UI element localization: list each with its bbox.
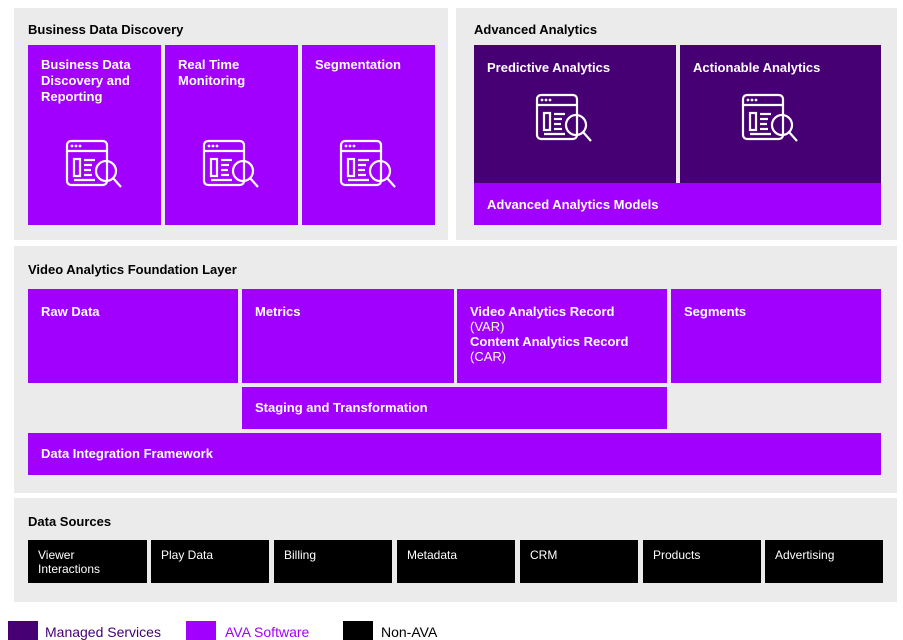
video-analytics-foundation-title: Video Analytics Foundation Layer [28,262,237,277]
var-title: Video Analytics Record [470,304,615,319]
box-label: Segmentation [315,57,401,72]
source-label: Metadata [407,548,458,562]
analytics-records-box: Video Analytics Record (VAR) Content Ana… [457,289,667,383]
advanced-analytics-panel: Advanced Analytics Predictive Analytics … [456,8,897,240]
source-label-line1: Viewer [38,548,75,562]
box-label: Staging and Transformation [255,400,428,415]
real-time-monitoring-box: Real Time Monitoring [165,45,298,225]
legend-label-ava-software: AVA Software [225,624,310,640]
report-search-icon [202,139,262,193]
source-advertising: Advertising [765,540,883,583]
legend-label-non-ava: Non-AVA [381,624,438,640]
segmentation-box: Segmentation [302,45,435,225]
raw-data-box: Raw Data [28,289,238,383]
source-play-data: Play Data [151,540,269,583]
source-viewer-interactions: Viewer Interactions [28,540,147,583]
staging-transformation-box: Staging and Transformation [242,387,667,429]
report-search-icon [741,93,801,147]
business-data-discovery-panel: Business Data Discovery Business Data Di… [14,8,448,240]
source-products: Products [643,540,761,583]
box-label: Data Integration Framework [41,446,213,461]
legend-label-managed-services: Managed Services [45,624,161,640]
box-label: Metrics [255,304,301,319]
metrics-box: Metrics [242,289,454,383]
predictive-analytics-box: Predictive Analytics [474,45,676,186]
report-search-icon [339,139,399,193]
source-metadata: Metadata [397,540,515,583]
box-label: Video Analytics Record (VAR) Content Ana… [470,304,657,364]
legend-swatch-ava-software [186,621,216,640]
source-label: CRM [530,548,558,562]
advanced-analytics-models-box: Advanced Analytics Models [474,183,881,225]
source-label: Products [653,548,701,562]
source-label: Play Data [161,548,214,562]
source-label: Viewer Interactions [38,548,100,576]
box-label: Business Data Discovery and Reporting [41,57,131,104]
var-subtitle: (VAR) [470,319,505,334]
box-label: Raw Data [41,304,100,319]
box-label: Real Time Monitoring [178,57,246,88]
box-label: Advanced Analytics Models [487,197,659,212]
video-analytics-foundation-panel: Video Analytics Foundation Layer Raw Dat… [14,246,897,493]
car-subtitle: (CAR) [470,349,507,364]
box-label: Predictive Analytics [487,60,611,75]
legend-swatch-non-ava [343,621,373,640]
box-label: Segments [684,304,747,319]
data-integration-framework-box: Data Integration Framework [28,433,881,475]
advanced-analytics-title: Advanced Analytics [474,22,598,37]
data-sources-title: Data Sources [28,514,112,529]
car-title: Content Analytics Record [470,334,629,349]
box-label: Actionable Analytics [693,60,821,75]
actionable-analytics-box: Actionable Analytics [680,45,881,186]
legend-swatch-managed-services [8,621,38,640]
source-label: Advertising [775,548,835,562]
report-search-icon [65,139,125,193]
source-label-line2: Interactions [38,562,101,576]
source-billing: Billing [274,540,392,583]
source-crm: CRM [520,540,638,583]
segments-box: Segments [671,289,881,383]
business-data-discovery-title: Business Data Discovery [28,22,184,37]
source-label: Billing [284,548,317,562]
report-search-icon [535,93,595,147]
business-data-discovery-reporting-box: Business Data Discovery and Reporting [28,45,161,225]
